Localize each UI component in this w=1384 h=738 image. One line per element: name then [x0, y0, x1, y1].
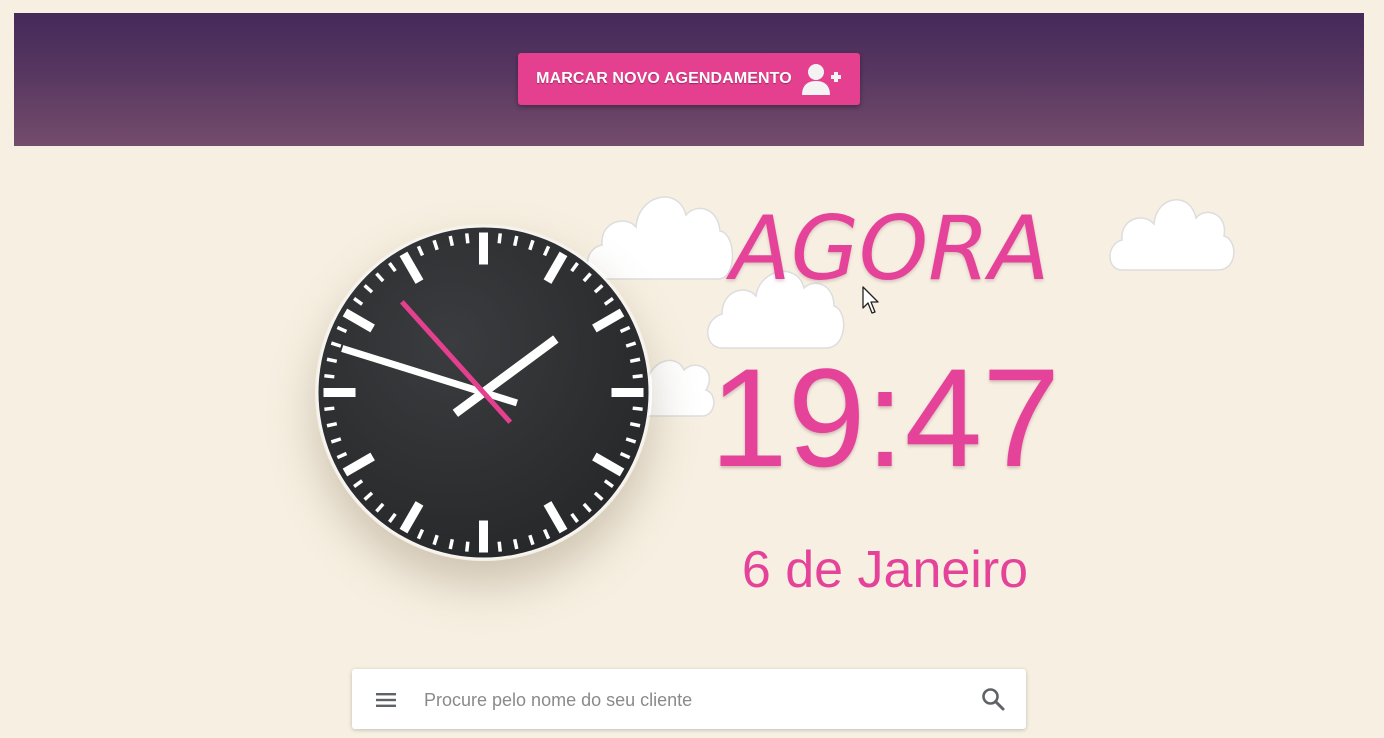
- minute-tick: [512, 235, 519, 247]
- minute-tick: [448, 235, 455, 247]
- search-icon[interactable]: [980, 686, 1006, 712]
- minute-tick: [632, 406, 643, 411]
- mouse-cursor-icon: [862, 286, 879, 314]
- new-appointment-button[interactable]: MARCAR NOVO AGENDAMENTO: [518, 53, 860, 105]
- clock-face: [316, 225, 651, 560]
- date-display: 6 de Janeiro: [741, 541, 1029, 599]
- user-plus-icon: [801, 64, 841, 95]
- now-label: AGORA: [730, 197, 1050, 300]
- minute-tick: [629, 357, 641, 364]
- minute-tick: [497, 541, 502, 552]
- minute-tick: [632, 374, 643, 379]
- search-input[interactable]: [422, 679, 966, 721]
- analog-clock: [315, 224, 652, 561]
- minute-tick: [448, 538, 455, 550]
- minute-tick: [497, 233, 502, 244]
- minute-tick: [324, 374, 335, 379]
- minute-tick: [324, 406, 335, 411]
- cloud-decoration: [1109, 199, 1235, 271]
- menu-icon[interactable]: [374, 688, 398, 712]
- page: MARCAR NOVO AGENDAMENTO AGORA 19:47 6 de…: [0, 0, 1384, 738]
- time-display: 19:47: [709, 339, 1061, 496]
- minute-tick: [465, 233, 470, 244]
- search-bar: [352, 669, 1026, 729]
- minute-tick: [512, 538, 519, 550]
- minute-tick: [326, 421, 338, 428]
- minute-tick: [629, 421, 641, 428]
- minute-tick: [326, 357, 338, 364]
- minute-tick: [465, 541, 470, 552]
- new-appointment-label: MARCAR NOVO AGENDAMENTO: [536, 70, 792, 87]
